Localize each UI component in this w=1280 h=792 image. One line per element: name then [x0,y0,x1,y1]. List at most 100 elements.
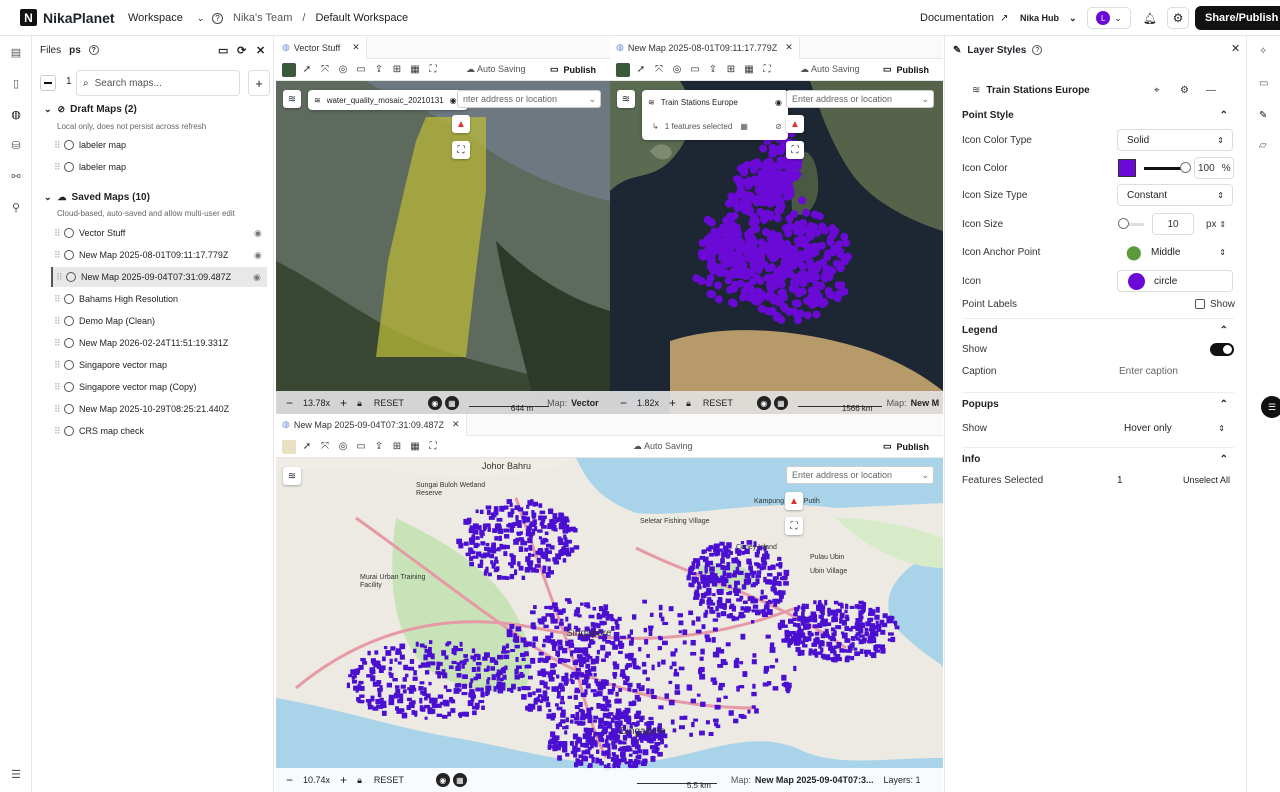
drag-handle-icon[interactable]: ⠿ [54,360,64,371]
table-icon[interactable]: ▦ [740,122,748,131]
popups-section[interactable]: Popups ⌃ [962,392,1234,416]
search-input[interactable]: ⌕ Search maps... [76,70,240,96]
add-layer-icon[interactable]: ⊞ [724,63,738,77]
book-icon[interactable]: ▭ [354,440,368,454]
nika-hub-menu[interactable]: Nika Hub ⌄ [1020,0,1077,36]
drag-handle-icon[interactable]: ⠿ [54,162,64,173]
menu-icon[interactable]: ☰ [9,768,23,782]
notifications-button[interactable]: 🔔︎ [1143,0,1157,36]
drag-handle-icon[interactable]: ⠿ [56,272,66,283]
layer-chip[interactable]: ≋ Train Stations Europe ◉ ↳ 1 features sele… [642,90,788,140]
layers-toggle-icon[interactable]: ≋ [283,90,301,108]
drag-handle-icon[interactable]: ⠿ [54,294,64,305]
lasso-icon[interactable]: ◎ [336,440,350,454]
lasso-icon[interactable]: ◎ [670,63,684,77]
popups-select[interactable]: Hover only ⇕ [1117,417,1233,439]
zoom-out-button[interactable]: − [620,396,627,410]
list-item[interactable]: ⠿ labeler map [54,157,126,177]
gear-icon[interactable]: ⚙ [1180,85,1189,96]
mouse-icon[interactable]: ◉ [427,396,442,410]
list-item[interactable]: ⠿ New Map 2026-02-24T11:51:19.331Z [54,333,228,353]
zoom-in-button[interactable]: + [340,773,347,787]
draw-icon[interactable]: ⤧ [318,440,332,454]
files-label[interactable]: Files [40,45,61,56]
user-settings-icon[interactable]: ⚲ [9,201,23,215]
basemap-thumbnail[interactable] [282,62,296,77]
compass-icon[interactable]: ▲ [786,115,804,133]
tab-new-map-0904[interactable]: ◍ New Map 2025-09-04T07:31:09.487Z ✕ [276,413,467,436]
zoom-in-button[interactable]: + [669,396,676,410]
compass-icon[interactable]: ▲ [785,492,803,510]
reset-button[interactable]: RESET [703,398,733,408]
close-icon[interactable]: ✕ [352,42,360,53]
cursor-icon[interactable]: ➚ [300,63,314,77]
list-item[interactable]: ⠿ New Map 2025-09-04T07:31:09.487Z ◉ [51,267,267,287]
opacity-input[interactable]: 100% [1194,157,1234,179]
workflow-icon[interactable]: ⚯ [9,170,23,184]
icon-size-type-select[interactable]: Constant ⇕ [1117,184,1233,206]
list-item[interactable]: ⠿ Demo Map (Clean) [54,311,155,331]
publish-button[interactable]: ▭ Publish [883,441,929,452]
icon-size-input[interactable]: 10 [1152,213,1194,235]
opacity-slider[interactable] [1144,167,1182,170]
drag-handle-icon[interactable]: ⠿ [54,382,64,393]
eye-icon[interactable]: ◉ [254,228,262,239]
share-publish-button[interactable]: Share/Publish [1195,0,1280,36]
list-item[interactable]: ⠿ Singapore vector map [54,355,167,375]
compass-icon[interactable]: ▲ [452,115,470,133]
lock-icon[interactable]: 🔒︎ [357,775,362,786]
draw-icon[interactable]: ⤧ [318,63,332,77]
layers-toggle-icon[interactable]: ≋ [283,467,301,485]
address-search-input[interactable]: Enter address or location ⌄ [786,90,934,108]
list-item[interactable]: ⠿ Vector Stuff ◉ [54,223,262,243]
layers-toggle-icon[interactable]: ≋ [617,90,635,108]
eye-icon[interactable]: ◉ [253,272,261,283]
paintbrush-icon[interactable]: ✎ [1259,110,1271,122]
address-search-input[interactable]: nter address or location ⌄ [457,90,601,108]
add-layer-icon[interactable]: ⊞ [390,440,404,454]
drag-handle-icon[interactable]: ⠿ [54,316,64,327]
fit-bounds-icon[interactable]: ⛶ [786,141,804,159]
documentation-link[interactable]: Documentation ↗ [920,0,1008,36]
table-icon[interactable]: ▦ [408,440,422,454]
saved-maps-group[interactable]: ⌄ ☁ Saved Maps (10) [44,192,150,203]
lock-icon[interactable]: 🔒︎ [686,398,691,409]
lasso-icon[interactable]: ◎ [336,63,350,77]
zoom-out-button[interactable]: − [286,396,293,410]
caption-input[interactable]: Enter caption [1119,366,1178,377]
book-icon[interactable]: ▭ [1259,78,1271,90]
table-icon[interactable]: ▦ [742,63,756,77]
keyboard-icon[interactable]: ▦ [444,396,459,410]
lock-icon[interactable]: 🔒︎ [357,398,362,409]
icon-select[interactable]: circle [1117,270,1233,292]
app-logo[interactable]: N NikaPlanet [20,9,115,26]
refresh-icon[interactable]: ⟳ [237,44,246,57]
sparkles-icon[interactable]: ✧ [1259,46,1271,58]
address-search-input[interactable]: Enter address or location ⌄ [786,466,934,484]
pane2-map[interactable]: ≋ ≋ Train Stations Europe ◉ ↳ 1 features se… [610,81,943,415]
upload-icon[interactable]: ⇪ [706,63,720,77]
fullscreen-icon[interactable]: ⛶ [426,63,440,77]
list-item[interactable]: ⠿ New Map 2025-10-29T08:25:21.440Z [54,399,229,419]
fullscreen-icon[interactable]: ⛶ [760,63,774,77]
draw-icon[interactable]: ⤧ [652,63,666,77]
file-icon[interactable]: ▤ [9,46,23,60]
zoom-out-button[interactable]: − [286,773,293,787]
eye-icon[interactable]: ◉ [775,98,782,107]
slider-handle[interactable] [1118,218,1129,229]
basemap-thumbnail[interactable] [282,439,296,454]
select-all-checkbox[interactable] [40,75,56,91]
list-item[interactable]: ⠿ CRS map check [54,421,144,441]
mouse-icon[interactable]: ◉ [756,396,771,410]
close-icon[interactable]: ✕ [785,42,793,53]
close-icon[interactable]: ✕ [452,419,460,430]
upload-icon[interactable]: ⇪ [372,63,386,77]
publish-button[interactable]: ▭ Publish [883,64,929,75]
collapse-icon[interactable]: — [1206,85,1216,96]
add-map-button[interactable]: + [248,70,270,96]
keyboard-icon[interactable]: ▦ [452,773,467,787]
fullscreen-icon[interactable]: ⛶ [426,440,440,454]
fit-bounds-icon[interactable]: ⛶ [452,141,470,159]
point-labels-checkbox[interactable] [1195,299,1205,309]
book-icon[interactable]: ▭ [354,63,368,77]
